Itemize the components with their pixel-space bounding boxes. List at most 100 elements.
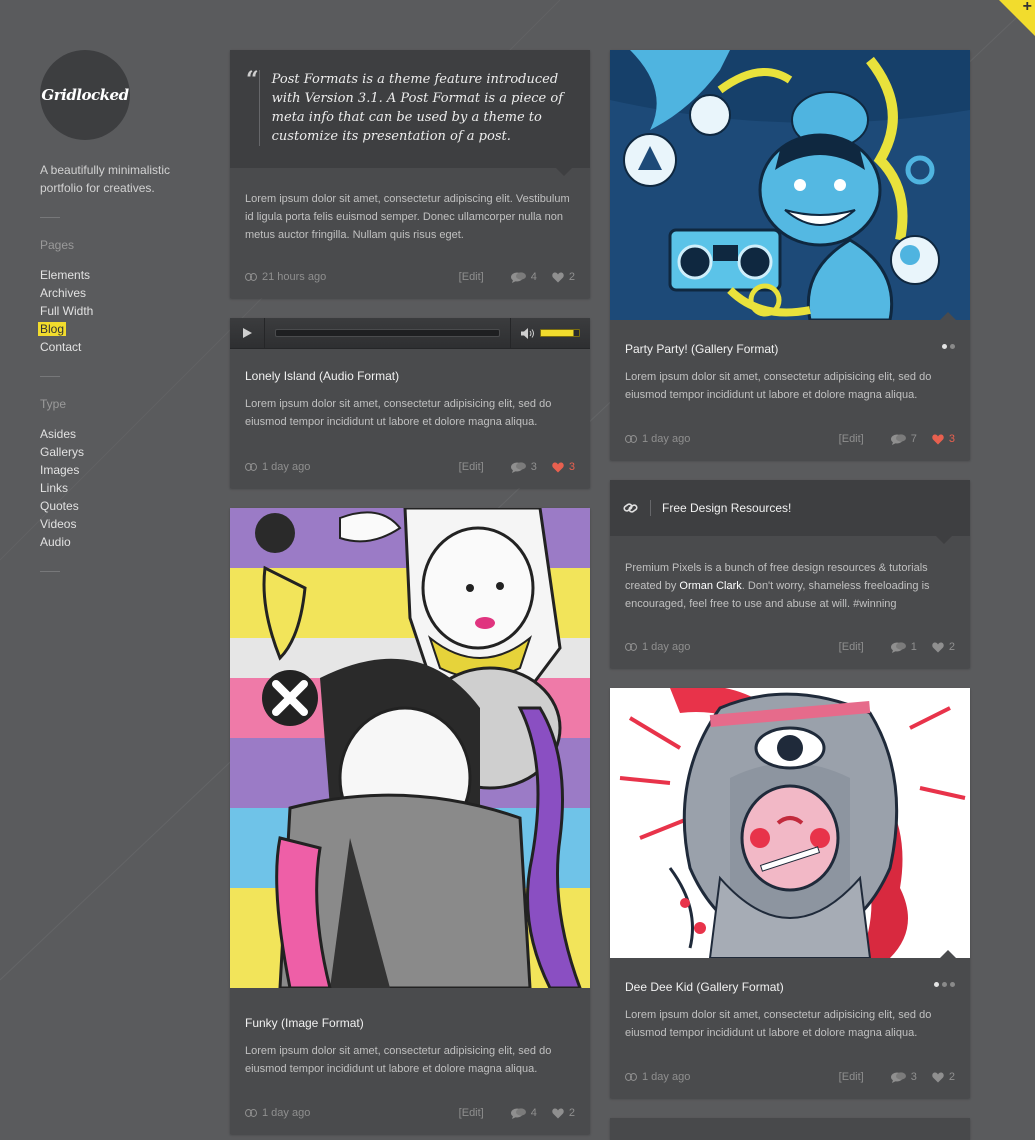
comments-count[interactable]: 3 xyxy=(890,1071,917,1083)
site-tagline: A beautifully minimalistic portfolio for… xyxy=(40,163,171,195)
edit-link[interactable]: [Edit] xyxy=(839,641,864,653)
author-link[interactable]: Orman Clark xyxy=(679,580,741,592)
play-button[interactable] xyxy=(230,318,265,348)
likes-value: 2 xyxy=(568,1107,575,1119)
image-notch xyxy=(940,312,956,320)
post-time[interactable]: 1 day ago xyxy=(642,1071,690,1083)
comments-count[interactable]: 7 xyxy=(890,433,917,445)
post-time[interactable]: 21 hours ago xyxy=(262,271,326,283)
comment-icon xyxy=(510,1107,526,1119)
type-nav: Asides Gallerys Images Links Quotes Vide… xyxy=(40,425,200,551)
likes-value: 3 xyxy=(568,461,575,473)
likes-count[interactable]: 3 xyxy=(552,461,575,473)
comments-count[interactable]: 4 xyxy=(510,271,537,283)
permalink-icon[interactable] xyxy=(245,1109,257,1117)
gallery-dot-2[interactable] xyxy=(942,982,947,987)
link-post: Free Design Resources! Premium Pixels is… xyxy=(610,480,970,668)
post-meta: 1 day ago [Edit] 1 2 xyxy=(625,639,955,655)
nav-quotes[interactable]: Quotes xyxy=(40,497,200,515)
comments-count[interactable]: 1 xyxy=(890,641,917,653)
post-excerpt: Lorem ipsum dolor sit amet, consectetur … xyxy=(245,193,570,241)
volume-slider[interactable] xyxy=(540,329,580,337)
post-time[interactable]: 1 day ago xyxy=(262,461,310,473)
gallery-dots[interactable] xyxy=(934,982,955,987)
nav-videos[interactable]: Videos xyxy=(40,515,200,533)
nav-full-width[interactable]: Full Width xyxy=(40,302,200,320)
edit-link[interactable]: [Edit] xyxy=(839,433,864,445)
nav-archives[interactable]: Archives xyxy=(40,284,200,302)
post-image[interactable] xyxy=(610,50,970,320)
comments-value: 3 xyxy=(910,1071,917,1083)
edit-link[interactable]: [Edit] xyxy=(459,271,484,283)
nav-contact[interactable]: Contact xyxy=(40,338,200,356)
likes-count[interactable]: 2 xyxy=(552,1107,575,1119)
heart-icon xyxy=(552,1108,564,1118)
post-time[interactable]: 1 day ago xyxy=(262,1107,310,1119)
likes-count[interactable]: 2 xyxy=(932,1071,955,1083)
likes-count[interactable]: 2 xyxy=(932,641,955,653)
nav-asides[interactable]: Asides xyxy=(40,425,200,443)
permalink-icon[interactable] xyxy=(245,463,257,471)
post-time[interactable]: 1 day ago xyxy=(642,433,690,445)
nav-links[interactable]: Links xyxy=(40,479,200,497)
heart-icon xyxy=(552,462,564,472)
next-post-partial xyxy=(610,1118,970,1140)
divider xyxy=(40,571,60,572)
post-meta: 1 day ago [Edit] 4 2 xyxy=(245,1105,575,1121)
audio-player xyxy=(230,318,590,349)
nav-images[interactable]: Images xyxy=(40,461,200,479)
nav-blog-label: Blog xyxy=(38,322,67,336)
comments-value: 4 xyxy=(530,1107,537,1119)
sidebar: Gridlocked A beautifully minimalistic po… xyxy=(38,50,200,592)
link-icon xyxy=(610,500,651,516)
comments-count[interactable]: 3 xyxy=(510,461,537,473)
nav-blog[interactable]: Blog xyxy=(38,320,200,338)
link-title[interactable]: Free Design Resources! xyxy=(651,501,791,515)
edit-link[interactable]: [Edit] xyxy=(839,1071,864,1083)
post-time[interactable]: 1 day ago xyxy=(642,641,690,653)
likes-count[interactable]: 2 xyxy=(552,271,575,283)
nav-gallerys[interactable]: Gallerys xyxy=(40,443,200,461)
link-header[interactable]: Free Design Resources! xyxy=(610,480,970,544)
post-title[interactable]: Funky (Image Format) xyxy=(245,1016,575,1030)
post-meta: 1 day ago [Edit] 3 2 xyxy=(625,1069,955,1085)
post-title[interactable]: Dee Dee Kid (Gallery Format) xyxy=(625,980,955,994)
post-meta: 1 day ago [Edit] 3 3 xyxy=(245,459,575,475)
permalink-icon[interactable] xyxy=(625,643,637,651)
quote-text: Post Formats is a theme feature introduc… xyxy=(258,70,570,146)
edit-link[interactable]: [Edit] xyxy=(459,1107,484,1119)
gallery-dot-2[interactable] xyxy=(950,344,955,349)
plus-icon[interactable]: + xyxy=(1023,0,1032,16)
site-logo[interactable]: Gridlocked xyxy=(40,50,130,140)
comment-icon xyxy=(890,433,906,445)
comment-icon xyxy=(890,1071,906,1083)
permalink-icon[interactable] xyxy=(625,435,637,443)
gallery-dot-1[interactable] xyxy=(942,344,947,349)
post-image[interactable] xyxy=(230,508,590,988)
audio-post: Lonely Island (Audio Format) Lorem ipsum… xyxy=(230,318,590,488)
audio-progress-track[interactable] xyxy=(275,329,500,337)
gallery-dots[interactable] xyxy=(942,344,955,349)
volume-control[interactable] xyxy=(510,318,590,348)
volume-icon xyxy=(521,327,534,339)
heart-icon xyxy=(552,272,564,282)
post-excerpt: Premium Pixels is a bunch of free design… xyxy=(625,559,955,613)
post-title[interactable]: Lonely Island (Audio Format) xyxy=(245,369,575,383)
comments-value: 7 xyxy=(910,433,917,445)
permalink-icon[interactable] xyxy=(245,273,257,281)
likes-count[interactable]: 3 xyxy=(932,433,955,445)
pages-nav: Elements Archives Full Width Blog Contac… xyxy=(38,266,200,356)
heart-icon xyxy=(932,1072,944,1082)
post-title[interactable]: Party Party! (Gallery Format) xyxy=(625,342,955,356)
permalink-icon[interactable] xyxy=(625,1073,637,1081)
nav-audio[interactable]: Audio xyxy=(40,533,200,551)
edit-link[interactable]: [Edit] xyxy=(459,461,484,473)
likes-value: 2 xyxy=(948,1071,955,1083)
comment-icon xyxy=(510,271,526,283)
gallery-dot-3[interactable] xyxy=(950,982,955,987)
gallery-dot-1[interactable] xyxy=(934,982,939,987)
gallery-post: Party Party! (Gallery Format) Lorem ipsu… xyxy=(610,50,970,460)
nav-elements[interactable]: Elements xyxy=(40,266,200,284)
post-image[interactable] xyxy=(610,688,970,958)
comments-count[interactable]: 4 xyxy=(510,1107,537,1119)
